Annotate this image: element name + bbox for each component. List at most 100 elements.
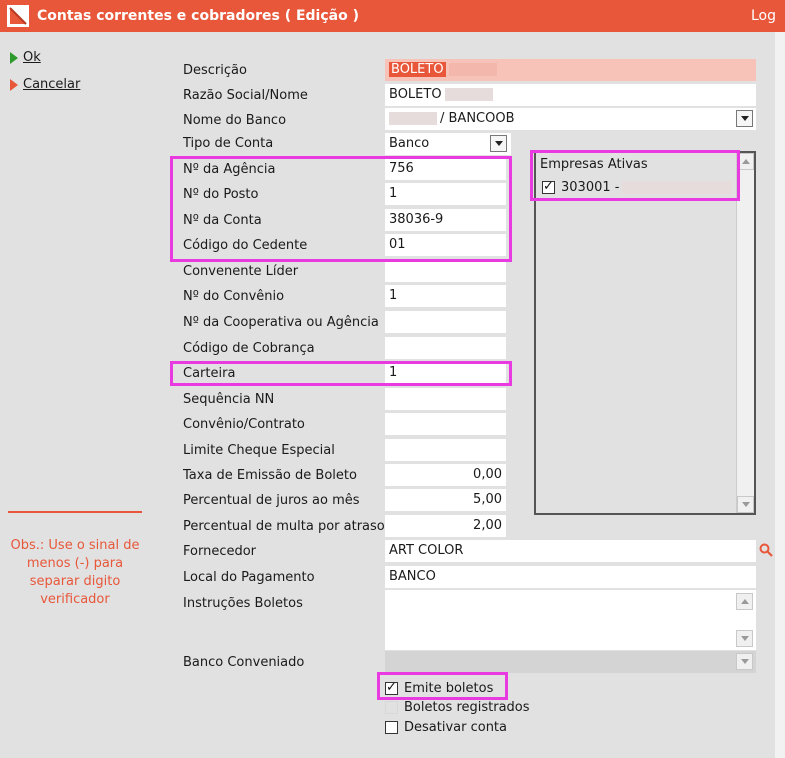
multa-field[interactable]: 2,00 — [385, 515, 506, 537]
convenio-field[interactable]: 1 — [385, 285, 506, 307]
tipo-value: Banco — [389, 136, 430, 151]
conveniado-label: Banco Conveniado — [183, 655, 305, 670]
convenio-label: Nº do Convênio — [183, 289, 285, 304]
posto-label: Nº do Posto — [183, 187, 259, 202]
emite-label: Emite boletos — [404, 681, 494, 696]
local-field[interactable]: BANCO — [385, 566, 756, 588]
empresas-ativas-list[interactable]: Empresas Ativas 303001 - — [534, 151, 756, 515]
cedente-value: 01 — [389, 237, 406, 252]
taxa-value: 0,00 — [473, 467, 502, 482]
redacted-block — [448, 63, 497, 76]
banco-value: / BANCOOB — [440, 111, 515, 126]
emite-checkbox-box — [385, 680, 398, 695]
banco-dropdown-button[interactable] — [736, 110, 753, 127]
ok-label: Ok — [23, 50, 41, 65]
cancel-label: Cancelar — [23, 77, 81, 92]
scroll-down-button[interactable] — [737, 496, 754, 513]
posto-field[interactable]: 1 — [385, 183, 506, 205]
redacted-block — [444, 88, 493, 101]
emite-boletos-checkbox[interactable]: Emite boletos — [385, 680, 494, 696]
empresas-ativas-header: Empresas Ativas — [540, 157, 648, 172]
juros-value: 5,00 — [473, 492, 502, 507]
app-logo-icon — [7, 5, 29, 27]
conta-label: Nº da Conta — [183, 213, 262, 228]
fornecedor-value: ART COLOR — [389, 543, 464, 558]
cedente-label: Código do Cedente — [183, 238, 308, 253]
posto-value: 1 — [389, 186, 398, 201]
sidebar-divider — [8, 511, 142, 513]
convenente-label: Convenente Líder — [183, 264, 299, 279]
redacted-block — [389, 112, 437, 125]
razao-value: BOLETO — [389, 87, 442, 102]
desativar-conta-checkbox[interactable]: Desativar conta — [385, 720, 507, 735]
descricao-value: BOLETO — [389, 62, 446, 77]
razao-field[interactable]: BOLETO — [385, 84, 756, 106]
ok-button[interactable]: Ok — [10, 50, 41, 65]
action-sidebar: Ok Cancelar Obs.: Use o sinal de menos (… — [0, 32, 150, 758]
cooperativa-field[interactable] — [385, 311, 506, 333]
title-bar: Contas correntes e cobradores ( Edição )… — [0, 0, 785, 32]
cobranca-label: Código de Cobrança — [183, 341, 315, 356]
razao-label: Razão Social/Nome — [183, 88, 308, 103]
empresas-scrollbar[interactable] — [736, 153, 754, 513]
boletos-registrados-checkbox[interactable]: Boletos registrados — [385, 700, 530, 715]
conveniado-dropdown-button[interactable] — [736, 653, 753, 670]
cooperativa-label: Nº da Cooperativa ou Agência — [183, 315, 379, 330]
conta-field[interactable]: 38036-9 — [385, 209, 506, 231]
tipo-label: Tipo de Conta — [183, 136, 274, 151]
sidebar-note: Obs.: Use o sinal de menos (-) para sepa… — [10, 538, 140, 607]
taxa-field[interactable]: 0,00 — [385, 464, 506, 486]
sequencia-label: Sequência NN — [183, 392, 275, 407]
instrucoes-label: Instruções Boletos — [183, 596, 303, 611]
multa-label: Percentual de multa por atraso — [183, 519, 385, 534]
cancel-button[interactable]: Cancelar — [10, 77, 80, 92]
taxa-label: Taxa de Emissão de Boleto — [183, 468, 357, 483]
conta-value: 38036-9 — [389, 212, 444, 227]
cedente-field[interactable]: 01 — [385, 234, 506, 256]
instrucoes-textarea[interactable] — [385, 590, 756, 650]
search-icon[interactable] — [759, 543, 773, 557]
empresa-label: 303001 - — [561, 180, 620, 195]
local-label: Local do Pagamento — [183, 570, 315, 585]
registrados-label: Boletos registrados — [404, 700, 530, 715]
descricao-field[interactable]: BOLETO — [385, 59, 756, 81]
window-title: Contas correntes e cobradores ( Edição ) — [37, 8, 359, 24]
descricao-label: Descrição — [183, 63, 247, 78]
instrucoes-scroll-up-button[interactable] — [736, 593, 753, 610]
multa-value: 2,00 — [473, 518, 502, 533]
play-icon — [10, 78, 18, 91]
window-scrollbar[interactable] — [775, 32, 785, 758]
scroll-up-button[interactable] — [737, 153, 754, 170]
banco-label: Nome do Banco — [183, 113, 287, 128]
redacted-block — [622, 181, 733, 194]
sequencia-field[interactable] — [385, 388, 506, 410]
banco-field[interactable]: / BANCOOB — [385, 108, 756, 130]
form-area: Descrição BOLETO Razão Social/Nome BOLET… — [150, 32, 775, 758]
log-button[interactable]: Log — [751, 8, 776, 24]
fornecedor-field[interactable]: ART COLOR — [385, 540, 756, 562]
juros-field[interactable]: 5,00 — [385, 489, 506, 511]
juros-label: Percentual de juros ao mês — [183, 493, 360, 508]
fornecedor-label: Fornecedor — [183, 544, 257, 559]
carteira-value: 1 — [389, 365, 398, 380]
instrucoes-scroll-down-button[interactable] — [736, 630, 753, 647]
tipo-dropdown-button[interactable] — [490, 135, 507, 152]
convenente-field[interactable] — [385, 260, 506, 282]
carteira-field[interactable]: 1 — [385, 362, 506, 384]
play-icon — [10, 51, 18, 64]
cobranca-field[interactable] — [385, 337, 506, 359]
empresa-checkbox[interactable] — [542, 179, 555, 194]
local-value: BANCO — [389, 569, 436, 584]
conveniado-select[interactable] — [385, 651, 756, 673]
desativar-checkbox-box — [385, 721, 398, 734]
contrato-field[interactable] — [385, 413, 506, 435]
agencia-label: Nº da Agência — [183, 162, 276, 177]
desativar-label: Desativar conta — [404, 720, 507, 735]
convenio-value: 1 — [389, 288, 398, 303]
contrato-label: Convênio/Contrato — [183, 417, 305, 432]
limite-label: Limite Cheque Especial — [183, 443, 335, 458]
carteira-label: Carteira — [183, 366, 236, 381]
limite-field[interactable] — [385, 439, 506, 461]
agencia-field[interactable]: 756 — [385, 158, 506, 180]
list-item[interactable]: 303001 - — [542, 179, 733, 195]
